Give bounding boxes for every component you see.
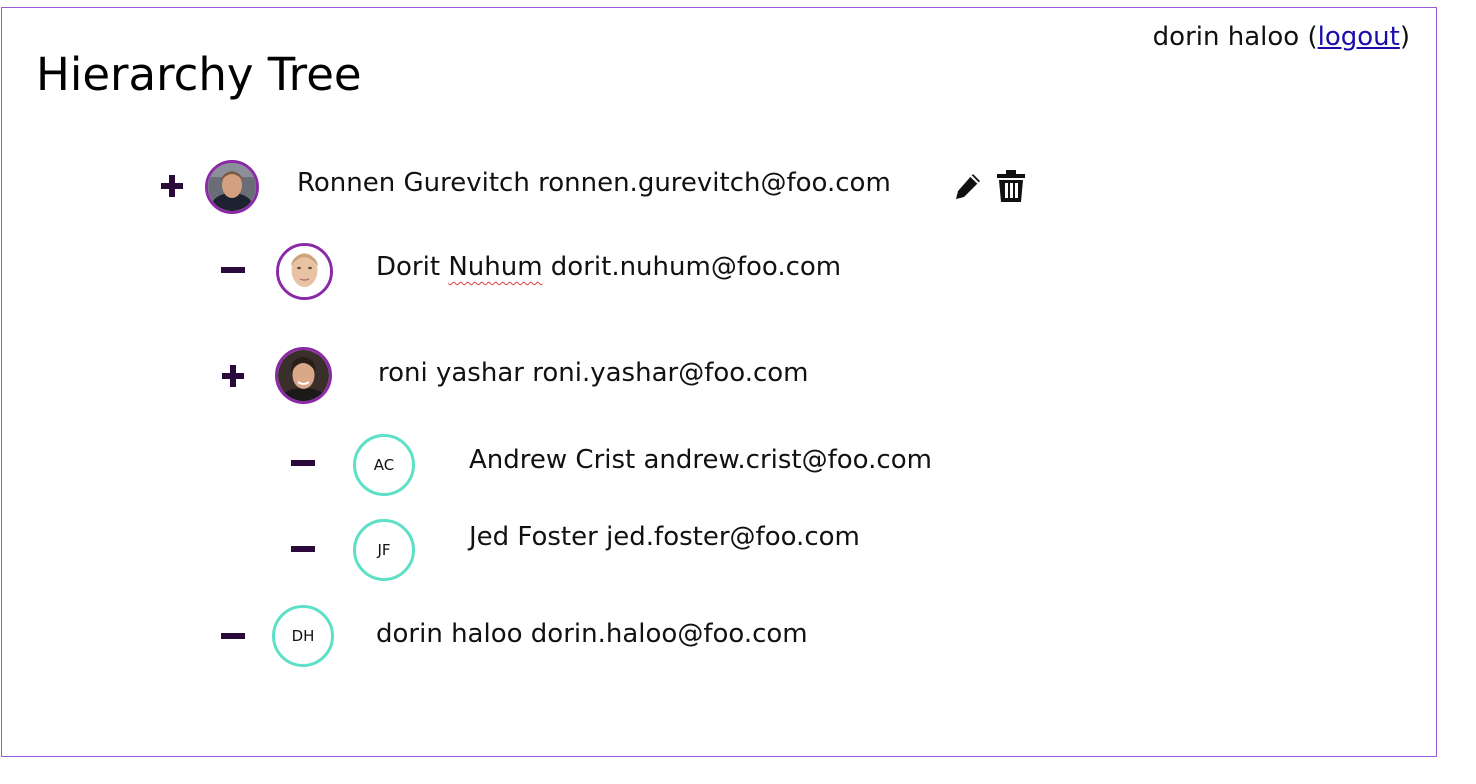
node-email: andrew.crist@foo.com [643, 445, 932, 475]
node-email: dorin.haloo@foo.com [530, 619, 808, 649]
avatar-initials: DH [272, 605, 334, 667]
pencil-icon[interactable] [953, 171, 983, 201]
logout-link[interactable]: logout [1318, 22, 1400, 52]
node-email: dorit.nuhum@foo.com [550, 252, 842, 282]
user-bar: dorin haloo (logout) [1152, 22, 1410, 52]
node-label: Jed Foster jed.foster@foo.com [469, 522, 860, 552]
expand-icon[interactable] [222, 365, 244, 387]
node-name: Ronnen Gurevitch [297, 168, 530, 198]
node-label: Andrew Crist andrew.crist@foo.com [469, 445, 932, 475]
node-email: jed.foster@foo.com [606, 522, 860, 552]
avatar [276, 243, 333, 300]
node-email: ronnen.gurevitch@foo.com [538, 168, 891, 198]
collapse-icon[interactable] [291, 538, 315, 560]
current-user-name: dorin haloo [1152, 22, 1300, 52]
page-title: Hierarchy Tree [36, 48, 362, 101]
node-name: dorin haloo [376, 619, 523, 649]
node-label: Ronnen Gurevitch ronnen.gurevitch@foo.co… [297, 168, 891, 198]
node-email: roni.yashar@foo.com [532, 358, 809, 388]
node-name: roni yashar [378, 358, 524, 388]
collapse-icon[interactable] [221, 259, 245, 281]
tree-node-roni-yashar: roni yashar roni.yashar@foo.com [0, 346, 1100, 406]
avatar-initials: AC [353, 434, 415, 496]
avatar-initials-text: DH [291, 627, 315, 645]
avatar-initials: JF [353, 519, 415, 581]
tree-node-dorin-haloo: DH dorin haloo dorin.haloo@foo.com [0, 605, 1100, 667]
node-name: Andrew Crist [469, 445, 636, 475]
node-label: roni yashar roni.yashar@foo.com [378, 358, 809, 388]
node-name: Dorit [376, 252, 441, 282]
trash-icon[interactable] [996, 170, 1026, 202]
node-name: Jed Foster [469, 522, 598, 552]
expand-icon[interactable] [161, 175, 183, 197]
tree-node-dorit-nuhum: Dorit Nuhum dorit.nuhum@foo.com [0, 242, 1100, 302]
tree-node-andrew-crist: AC Andrew Crist andrew.crist@foo.com [0, 434, 1100, 496]
avatar-initials-text: JF [377, 541, 391, 559]
collapse-icon[interactable] [291, 452, 315, 474]
node-label: Dorit Nuhum dorit.nuhum@foo.com [376, 252, 841, 282]
avatar-initials-text: AC [373, 456, 395, 474]
tree-node-ronnen-gurevitch: Ronnen Gurevitch ronnen.gurevitch@foo.co… [0, 156, 1100, 216]
node-label: dorin haloo dorin.haloo@foo.com [376, 619, 808, 649]
node-name-last: Nuhum [448, 252, 543, 282]
avatar [275, 347, 332, 404]
avatar [205, 160, 259, 214]
collapse-icon[interactable] [221, 625, 245, 647]
tree-node-jed-foster: JF Jed Foster jed.foster@foo.com [0, 519, 1100, 581]
